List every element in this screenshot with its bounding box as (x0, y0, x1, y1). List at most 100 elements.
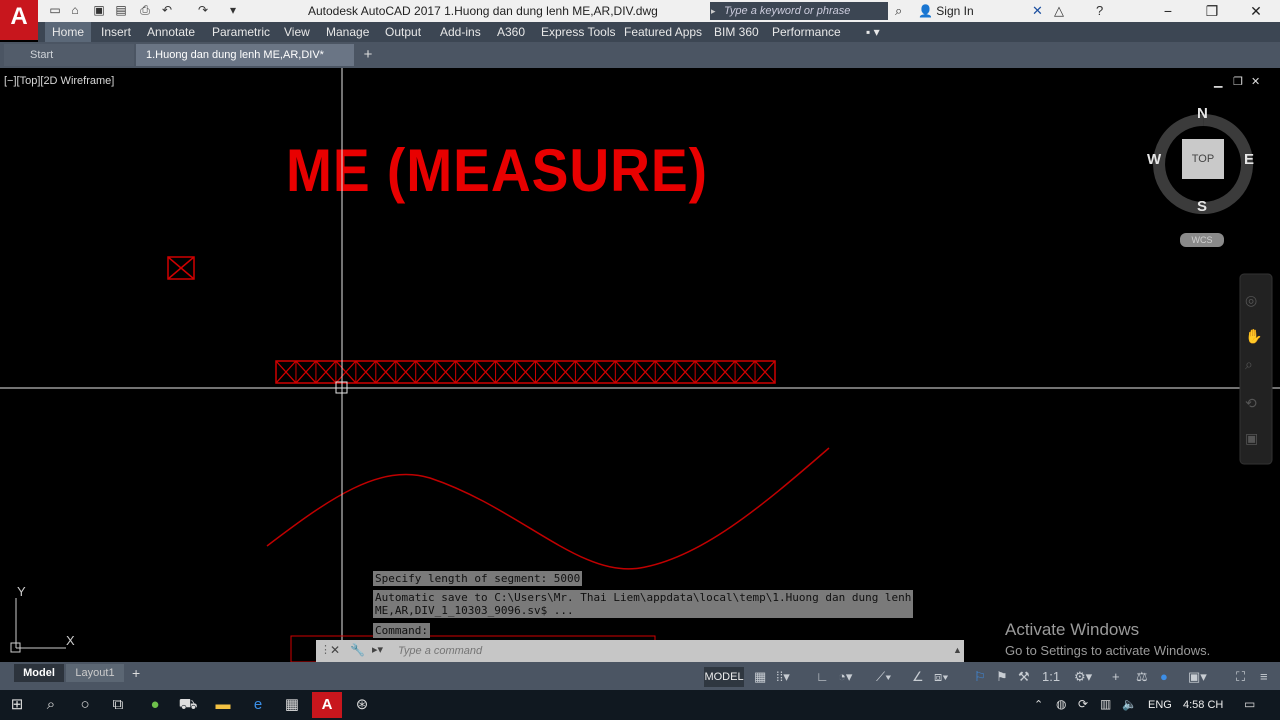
command-input[interactable] (398, 643, 938, 659)
taskbar-clock[interactable]: 4:58 CH (1183, 699, 1223, 711)
osnap-icon[interactable]: ⟋▾ (876, 667, 891, 687)
tab-output[interactable]: Output (385, 22, 421, 42)
tab-a360[interactable]: A360 (497, 22, 525, 42)
viewcube-top-face[interactable]: TOP (1182, 139, 1224, 179)
volume-icon[interactable]: 🔈 (1122, 697, 1137, 711)
sine-curve (266, 447, 830, 570)
maximize-icon[interactable]: ❐ (1190, 0, 1234, 22)
viewcube-east[interactable]: E (1244, 151, 1254, 168)
annotation-scale-value[interactable]: 1:1 (1042, 667, 1060, 687)
tab-performance[interactable]: Performance (772, 22, 841, 42)
snap-icon[interactable]: ⁞⁞▾ (776, 667, 790, 687)
workspace-gear-icon[interactable]: ⚙▾ (1074, 667, 1092, 687)
activate-windows-hint: Go to Settings to activate Windows. (1005, 643, 1211, 658)
zoom-extents-icon[interactable]: ⌕ (1245, 356, 1253, 373)
tab-layout1[interactable]: Layout1 (66, 664, 124, 682)
viewcube-west[interactable]: W (1147, 151, 1161, 168)
save-as-icon[interactable]: ▤ (114, 3, 128, 17)
sign-in-label: Sign In (936, 4, 974, 18)
tab-start[interactable]: Start (4, 44, 134, 66)
selection-cycle-icon[interactable]: ⧈▾ (934, 667, 949, 687)
cortana-icon[interactable]: ○ (70, 692, 100, 718)
exchange-apps-icon[interactable]: ✕ (1032, 3, 1043, 19)
wcs-menu[interactable]: WCS (1180, 233, 1224, 247)
sign-in-button[interactable]: 👤 Sign In (918, 4, 974, 18)
tray-chevron-icon[interactable]: ⌃ (1034, 698, 1043, 711)
windows-start-icon[interactable]: ⊞ (2, 692, 32, 718)
taskbar-search-icon[interactable]: ⌕ (36, 692, 66, 718)
calculator-icon[interactable]: ▦ (277, 692, 307, 718)
new-file-icon[interactable]: ▭ (48, 3, 62, 17)
qat-menu-icon[interactable]: ▾ (226, 3, 240, 17)
open-file-icon[interactable]: ⌂ (68, 3, 82, 17)
camera-icon[interactable]: ⊛ (347, 692, 377, 718)
tab-home[interactable]: Home (45, 22, 92, 42)
window-title: Autodesk AutoCAD 2017 1.Huong dan dung l… (308, 4, 658, 18)
command-history-line: Command: (373, 623, 430, 638)
annomonitor-icon[interactable]: + (1112, 667, 1120, 687)
showmotion-icon[interactable]: ▣ (1245, 430, 1258, 447)
tab-express-tools[interactable]: Express Tools (541, 22, 615, 42)
store-icon[interactable]: ⛟ (173, 692, 203, 718)
input-language[interactable]: ENG (1148, 699, 1172, 711)
tab-add-ins[interactable]: Add-ins (440, 22, 481, 42)
help-icon[interactable]: ? (1096, 3, 1103, 18)
units-icon[interactable]: ⚖ (1136, 667, 1148, 687)
clean-screen-icon[interactable]: ⛶ (1236, 667, 1245, 687)
grid-icon[interactable]: ▦ (754, 667, 766, 687)
ucs-x-label: X (66, 633, 75, 648)
notifications-icon[interactable]: ▭ (1244, 697, 1255, 711)
command-history-up-icon[interactable]: ▲ (953, 645, 962, 655)
tab-parametric[interactable]: Parametric (212, 22, 270, 42)
autocad-taskbar-icon[interactable]: A (312, 692, 342, 718)
tab-view[interactable]: View (284, 22, 310, 42)
customization-icon[interactable]: ≡ (1260, 667, 1268, 687)
tab-model[interactable]: Model (14, 664, 64, 682)
activate-windows-title: Activate Windows (1005, 620, 1140, 639)
command-close-icon[interactable]: ✕ (330, 643, 340, 657)
tab-insert[interactable]: Insert (101, 22, 131, 42)
lineweight-icon[interactable]: ∠ (912, 667, 924, 687)
tray-sync-icon[interactable]: ⟳ (1078, 697, 1088, 711)
task-view-icon[interactable]: ⧉ (103, 692, 133, 718)
close-icon[interactable]: ✕ (1234, 0, 1278, 22)
tab-annotate[interactable]: Annotate (147, 22, 195, 42)
model-space-button[interactable]: MODEL (704, 667, 744, 687)
print-icon[interactable]: ⎙ (138, 3, 152, 17)
edge-icon[interactable]: e (243, 692, 273, 718)
annotation-scale-icon[interactable]: ⚒ (1018, 667, 1030, 687)
tab-bim-360[interactable]: BIM 360 (714, 22, 759, 42)
tab-drawing[interactable]: 1.Huong dan dung lenh ME,AR,DIV* (136, 44, 354, 66)
customize-icon[interactable]: 🔧 (350, 643, 365, 657)
help-search-input[interactable]: Type a keyword or phrase (710, 2, 888, 20)
redo-icon[interactable]: ↷ (196, 3, 210, 17)
viewcube-north[interactable]: N (1197, 105, 1208, 122)
tray-app-icon[interactable]: ◍ (1056, 697, 1066, 711)
autoscale-icon[interactable]: ⚑ (996, 667, 1008, 687)
binoculars-icon[interactable]: ⌕ (895, 3, 902, 19)
tab-featured-apps[interactable]: Featured Apps (624, 22, 702, 42)
polar-icon[interactable]: ◔▾ (838, 667, 852, 687)
add-layout-icon[interactable]: + (132, 664, 140, 682)
autocad-logo-icon[interactable]: A (0, 0, 38, 40)
viewcube-south[interactable]: S (1197, 198, 1207, 215)
tab-manage[interactable]: Manage (326, 22, 369, 42)
isolate-objects-icon[interactable]: ● (1160, 667, 1168, 687)
ortho-icon[interactable]: ∟ (816, 667, 829, 687)
hardware-acceleration-icon[interactable]: ▣▾ (1188, 667, 1207, 687)
a360-icon[interactable]: △ (1054, 3, 1064, 19)
annotation-visibility-icon[interactable]: ⚐ (974, 667, 986, 687)
recent-commands-icon[interactable]: ▸▾ (372, 643, 383, 656)
file-explorer-icon[interactable]: ▬ (208, 692, 238, 718)
ribbon-toggle-icon[interactable]: ▪ ▾ (866, 22, 880, 42)
undo-icon[interactable]: ↶ (160, 3, 174, 17)
network-icon[interactable]: ▥ (1100, 697, 1111, 711)
minimize-icon[interactable]: − (1146, 0, 1190, 22)
pan-icon[interactable]: ✋ (1245, 328, 1262, 345)
steering-wheel-icon[interactable]: ◎ (1245, 292, 1257, 309)
browser-icon[interactable]: ● (140, 692, 170, 718)
new-tab-icon[interactable]: + (356, 44, 380, 66)
save-icon[interactable]: ▣ (92, 3, 106, 17)
command-history-line: Specify length of segment: 5000 (373, 571, 583, 586)
orbit-icon[interactable]: ⟲ (1245, 395, 1257, 412)
